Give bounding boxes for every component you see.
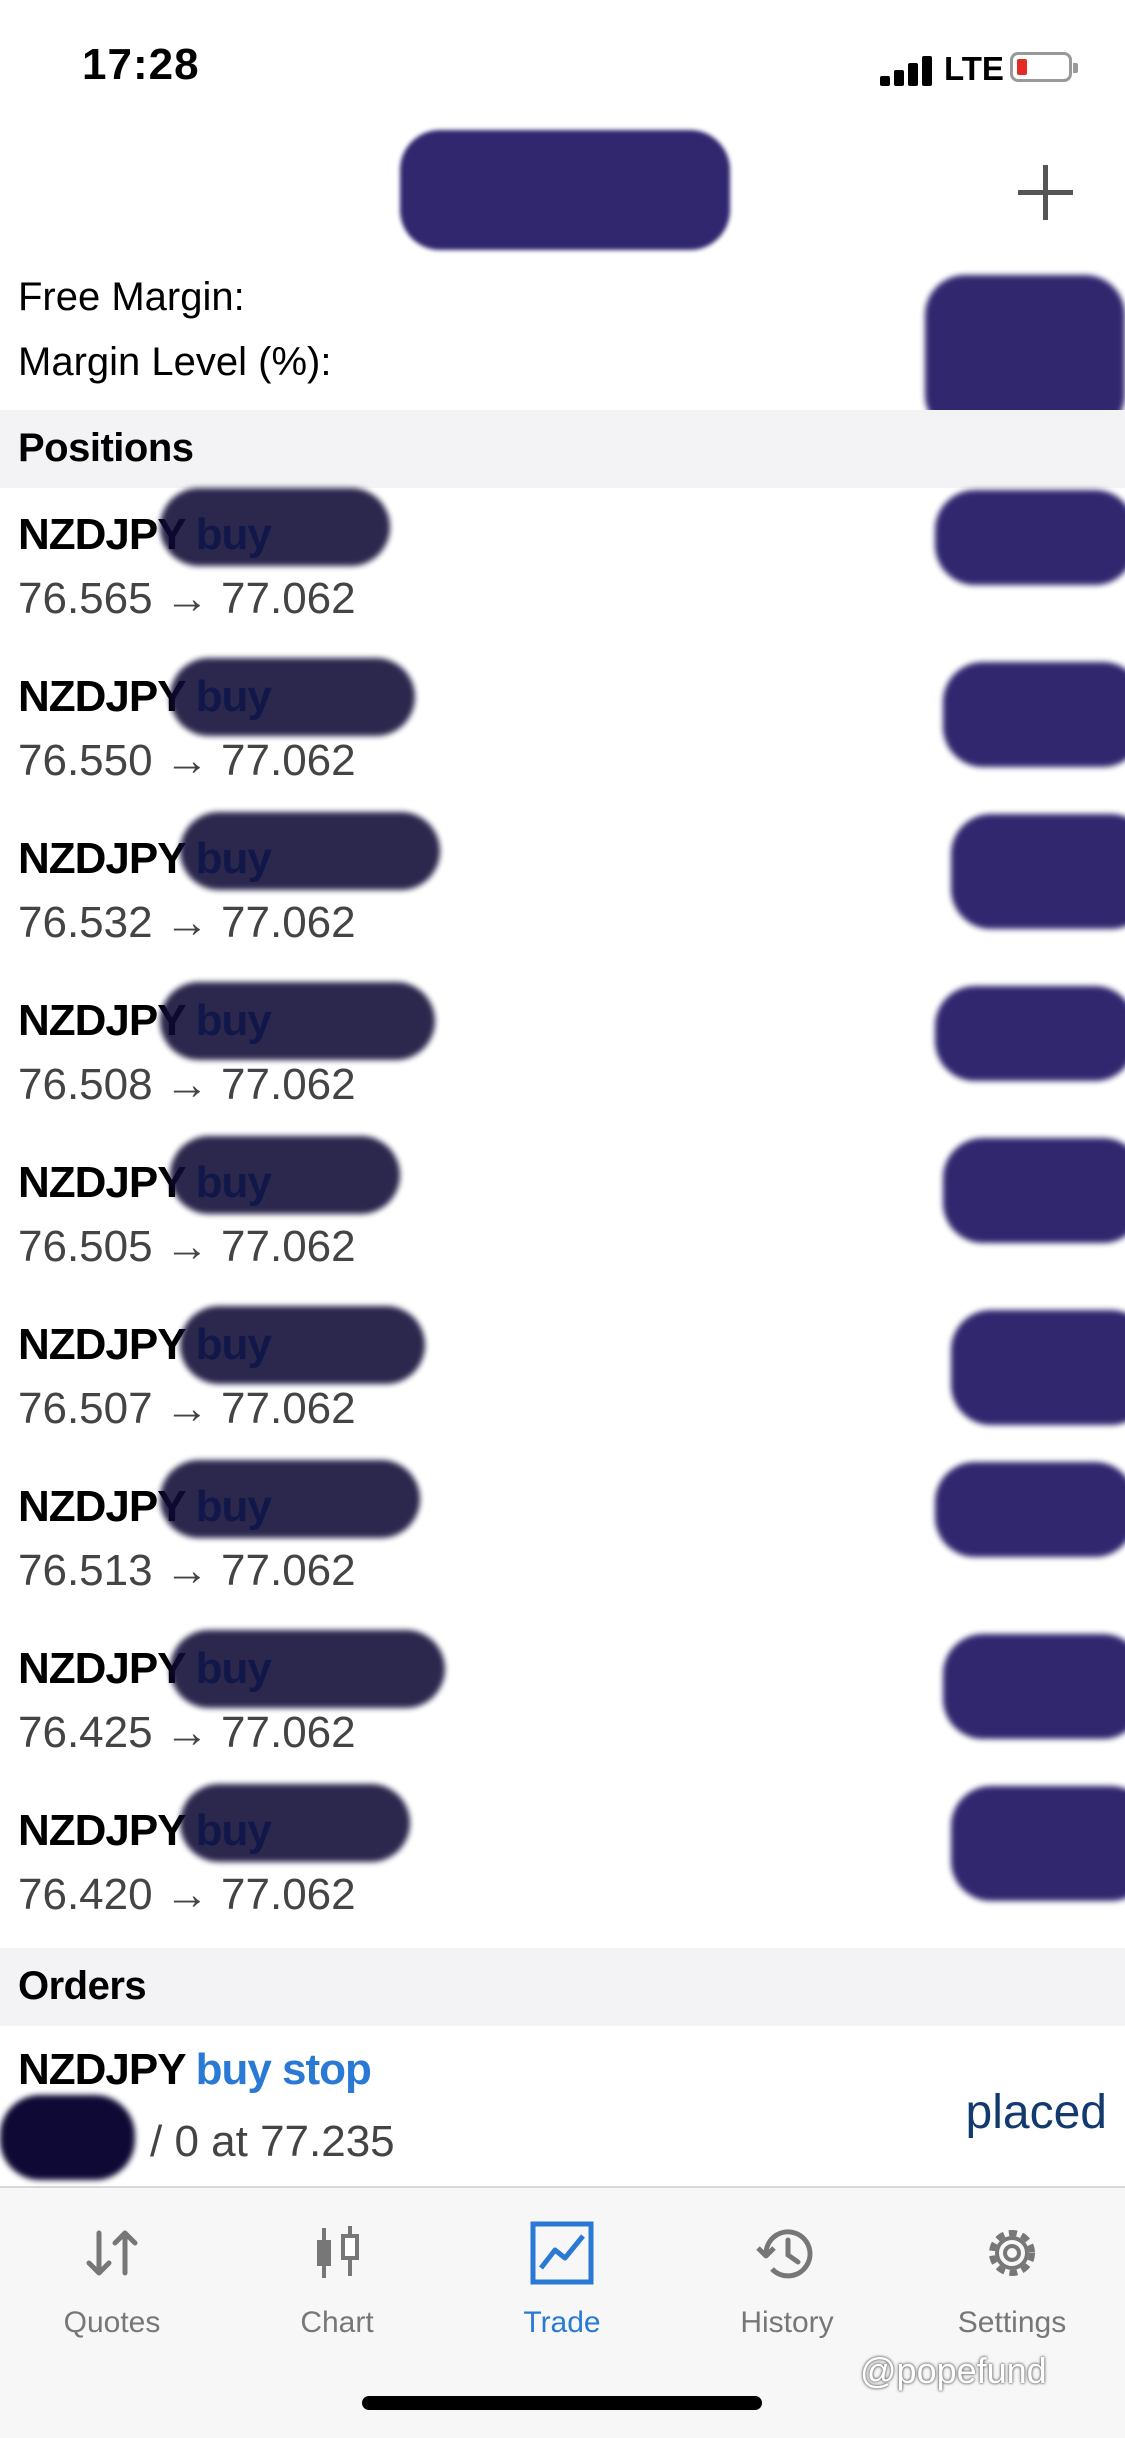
redacted-volume bbox=[180, 812, 440, 890]
redacted-profit bbox=[935, 986, 1125, 1081]
trade-icon bbox=[530, 2221, 594, 2285]
redacted-profit bbox=[943, 1138, 1125, 1243]
redacted-profit bbox=[943, 1634, 1125, 1739]
margin-level-label: Margin Level (%): bbox=[18, 340, 332, 384]
position-row[interactable]: NZDJPYbuy76.507 → 77.062 bbox=[0, 1298, 1125, 1460]
position-arrow: → bbox=[164, 1384, 209, 1433]
tab-quotes-label: Quotes bbox=[63, 2306, 161, 2339]
position-arrow: → bbox=[164, 736, 209, 785]
redacted-volume bbox=[160, 982, 435, 1060]
redacted-volume bbox=[180, 1306, 425, 1384]
position-current-price: 77.062 bbox=[221, 1708, 356, 1757]
add-order-button[interactable] bbox=[1010, 160, 1080, 230]
battery-icon bbox=[1010, 52, 1078, 82]
positions-title: Positions bbox=[18, 426, 194, 470]
redacted-volume bbox=[170, 658, 415, 736]
position-arrow: → bbox=[164, 574, 209, 623]
tab-chart-label: Chart bbox=[300, 2306, 374, 2339]
position-arrow: → bbox=[164, 1222, 209, 1271]
positions-header: Positions bbox=[0, 410, 1125, 488]
order-side: buy stop bbox=[195, 2045, 372, 2094]
redacted-balance bbox=[400, 130, 730, 250]
position-current-price: 77.062 bbox=[221, 1060, 356, 1109]
redacted-volume bbox=[160, 1460, 420, 1538]
orders-header: Orders bbox=[0, 1948, 1125, 2026]
position-arrow: → bbox=[164, 1546, 209, 1595]
network-type: LTE bbox=[944, 50, 1004, 87]
tab-trade[interactable]: Trade bbox=[462, 2218, 662, 2340]
position-open-price: 76.420 bbox=[18, 1870, 153, 1919]
position-row[interactable]: NZDJPYbuy76.508 → 77.062 bbox=[0, 974, 1125, 1136]
position-open-price: 76.507 bbox=[18, 1384, 153, 1433]
redacted-order-volume bbox=[0, 2095, 135, 2180]
position-open-price: 76.508 bbox=[18, 1060, 153, 1109]
tab-history[interactable]: History bbox=[687, 2218, 887, 2340]
position-row[interactable]: NZDJPYbuy76.420 → 77.062 bbox=[0, 1784, 1125, 1946]
position-symbol: NZDJPY bbox=[18, 1644, 187, 1693]
position-symbol: NZDJPY bbox=[18, 672, 187, 721]
position-arrow: → bbox=[164, 1708, 209, 1757]
free-margin-label: Free Margin: bbox=[18, 275, 245, 319]
position-row[interactable]: NZDJPYbuy76.565 → 77.062 bbox=[0, 488, 1125, 650]
tab-quotes[interactable]: Quotes bbox=[12, 2218, 212, 2340]
redacted-volume bbox=[170, 1630, 445, 1708]
position-symbol: NZDJPY bbox=[18, 1320, 187, 1369]
position-current-price: 77.062 bbox=[221, 1222, 356, 1271]
position-open-price: 76.550 bbox=[18, 736, 153, 785]
signal-icon bbox=[880, 56, 936, 86]
position-current-price: 77.062 bbox=[221, 1546, 356, 1595]
position-row[interactable]: NZDJPYbuy76.425 → 77.062 bbox=[0, 1622, 1125, 1784]
tab-chart[interactable]: Chart bbox=[237, 2218, 437, 2340]
redacted-profit bbox=[951, 1310, 1125, 1425]
tab-settings[interactable]: Settings bbox=[912, 2218, 1112, 2340]
tab-settings-label: Settings bbox=[957, 2306, 1067, 2339]
position-row[interactable]: NZDJPYbuy76.505 → 77.062 bbox=[0, 1136, 1125, 1298]
status-time: 17:28 bbox=[82, 40, 200, 89]
order-row[interactable]: NZDJPY buy stop / 0 at 77.235 placed bbox=[0, 2025, 1125, 2185]
redacted-profit bbox=[935, 1462, 1125, 1557]
tab-trade-label: Trade bbox=[523, 2306, 601, 2339]
position-open-price: 76.565 bbox=[18, 574, 153, 623]
redacted-profit bbox=[935, 490, 1125, 585]
quotes-icon bbox=[86, 2230, 138, 2276]
position-current-price: 77.062 bbox=[221, 736, 356, 785]
tab-history-label: History bbox=[740, 2306, 834, 2339]
watermark: @popefund bbox=[860, 2350, 1047, 2391]
position-current-price: 77.062 bbox=[221, 1870, 356, 1919]
redacted-volume bbox=[160, 488, 390, 566]
order-detail: / 0 at 77.235 bbox=[150, 2117, 395, 2166]
redacted-profit bbox=[951, 814, 1125, 929]
position-row[interactable]: NZDJPYbuy76.532 → 77.062 bbox=[0, 812, 1125, 974]
position-arrow: → bbox=[164, 1060, 209, 1109]
redacted-profit bbox=[943, 662, 1125, 767]
home-indicator[interactable] bbox=[362, 2396, 762, 2410]
position-symbol: NZDJPY bbox=[18, 1158, 187, 1207]
position-current-price: 77.062 bbox=[221, 574, 356, 623]
position-open-price: 76.425 bbox=[18, 1708, 153, 1757]
redacted-volume bbox=[170, 1136, 400, 1214]
position-open-price: 76.513 bbox=[18, 1546, 153, 1595]
position-current-price: 77.062 bbox=[221, 1384, 356, 1433]
position-row[interactable]: NZDJPYbuy76.550 → 77.062 bbox=[0, 650, 1125, 812]
position-row[interactable]: NZDJPYbuy76.513 → 77.062 bbox=[0, 1460, 1125, 1622]
redacted-volume bbox=[180, 1784, 410, 1862]
position-symbol: NZDJPY bbox=[18, 1806, 187, 1855]
orders-title: Orders bbox=[18, 1964, 147, 2008]
position-current-price: 77.062 bbox=[221, 898, 356, 947]
position-open-price: 76.505 bbox=[18, 1222, 153, 1271]
order-symbol: NZDJPY bbox=[18, 2045, 187, 2094]
order-status: placed bbox=[965, 2086, 1107, 2139]
gear-icon bbox=[989, 2230, 1035, 2276]
history-icon bbox=[756, 2229, 813, 2279]
redacted-profit bbox=[951, 1786, 1125, 1901]
position-open-price: 76.532 bbox=[18, 898, 153, 947]
position-symbol: NZDJPY bbox=[18, 834, 187, 883]
position-arrow: → bbox=[164, 898, 209, 947]
position-arrow: → bbox=[164, 1870, 209, 1919]
chart-icon bbox=[317, 2226, 359, 2278]
status-bar: 17:28 LTE bbox=[0, 0, 1125, 130]
